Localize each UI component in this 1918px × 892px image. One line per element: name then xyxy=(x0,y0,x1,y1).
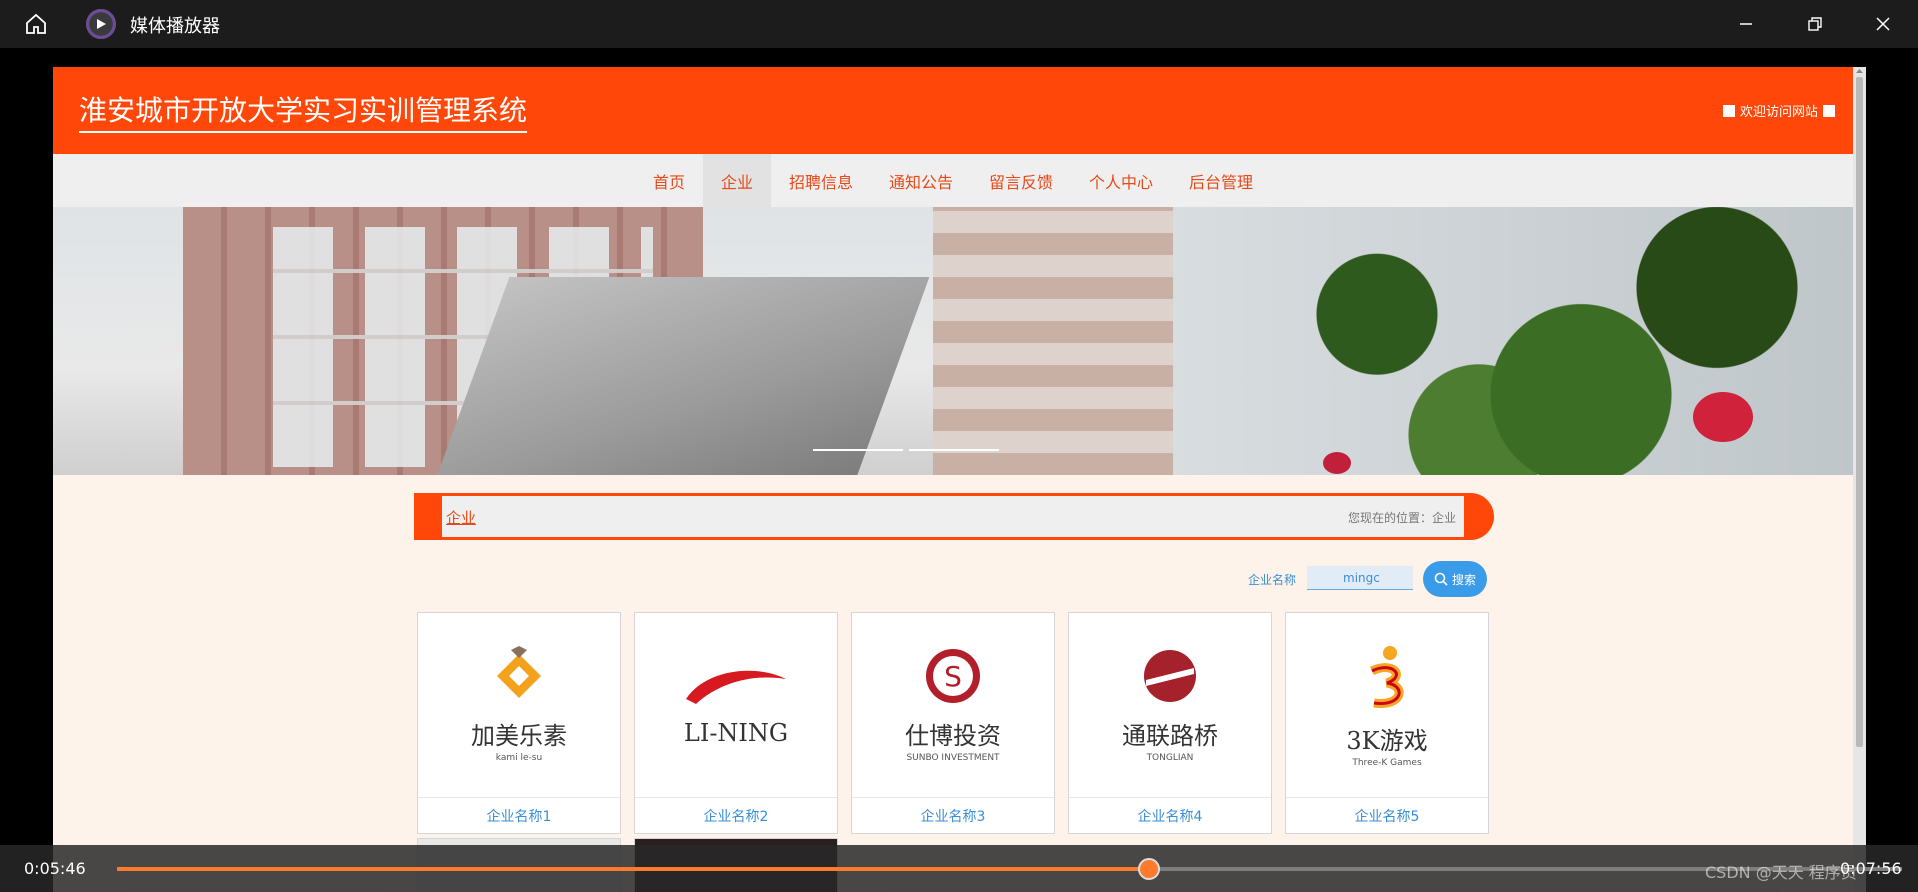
player-title: 媒体播放器 xyxy=(130,16,220,37)
nav-item[interactable]: 个人中心 xyxy=(1071,154,1171,207)
nav-item[interactable]: 首页 xyxy=(635,154,703,207)
search-icon xyxy=(1434,572,1448,586)
web-page: 淮安城市开放大学实习实训管理系统 欢迎访问网站 首页 企业 招聘信息 通知公告 留言反馈… xyxy=(53,67,1853,892)
nav-item[interactable]: 留言反馈 xyxy=(971,154,1071,207)
site-header: 淮安城市开放大学实习实训管理系统 欢迎访问网站 xyxy=(53,67,1853,154)
seek-handle[interactable] xyxy=(1138,858,1160,880)
page-scrollbar[interactable] xyxy=(1853,67,1866,892)
campus-banner-image xyxy=(53,207,1853,475)
close-icon[interactable] xyxy=(1861,8,1905,40)
logo-subtext: kami le-su xyxy=(495,752,543,763)
carousel-dot[interactable] xyxy=(813,449,903,451)
section-title-link[interactable]: 企业 xyxy=(446,507,476,528)
scroll-thumb[interactable] xyxy=(1856,77,1863,747)
company-logo[interactable]: LI-NING xyxy=(647,616,825,792)
nav-item[interactable]: 通知公告 xyxy=(871,154,971,207)
company-name-link[interactable]: 企业名称1 xyxy=(418,797,620,834)
scroll-up-icon xyxy=(1856,69,1863,73)
total-time: 0:07:56 xyxy=(1840,859,1902,878)
logo-text: LI-NING xyxy=(683,719,789,747)
breadcrumb: 您现在的位置：企业 xyxy=(1347,511,1456,525)
logo-text: 仕博投资 xyxy=(905,721,1001,750)
logo-text: 通联路桥 xyxy=(1122,721,1218,750)
company-card[interactable]: 3K游戏 Three-K Games 企业名称5 xyxy=(1285,612,1489,834)
carousel-indicators[interactable] xyxy=(813,449,999,451)
search-label: 企业名称 xyxy=(1248,573,1297,587)
logo-subtext: SUNBO INVESTMENT xyxy=(906,752,1000,763)
company-card[interactable]: LI-NING 企业名称2 xyxy=(634,612,838,834)
search-button-label: 搜索 xyxy=(1451,572,1476,587)
player-titlebar: 媒体播放器 xyxy=(0,0,1918,48)
sunbo-logo-icon: S xyxy=(923,646,983,710)
3k-games-logo-icon xyxy=(1362,641,1412,715)
company-name-link[interactable]: 企业名称4 xyxy=(1069,797,1271,834)
search-row: 企业名称 搜索 xyxy=(1174,561,1534,597)
kamilesu-logo-icon xyxy=(489,645,549,710)
seek-bar[interactable] xyxy=(117,858,1902,880)
company-logo[interactable]: S 仕博投资 SUNBO INVESTMENT xyxy=(864,616,1042,792)
carousel-dot[interactable] xyxy=(909,449,999,451)
logo-subtext: TONGLIAN xyxy=(1146,752,1194,763)
search-button[interactable]: 搜索 xyxy=(1423,561,1487,597)
company-name-input[interactable] xyxy=(1307,566,1413,590)
company-name-link[interactable]: 企业名称5 xyxy=(1286,797,1488,834)
welcome-banner: 欢迎访问网站 xyxy=(1722,101,1835,120)
logo-subtext: Three-K Games xyxy=(1352,757,1422,768)
tonglian-logo-icon xyxy=(1140,646,1200,710)
svg-text:S: S xyxy=(944,660,962,693)
seek-progress xyxy=(117,867,1149,871)
breadcrumb-bar: 企业 您现在的位置：企业 xyxy=(414,493,1494,540)
watermark: CSDN @天天 程序员 xyxy=(1705,863,1857,882)
logo-text: 加美乐素 xyxy=(471,721,567,750)
company-name-link[interactable]: 企业名称3 xyxy=(852,797,1054,834)
media-player-icon xyxy=(86,9,116,39)
lining-logo-icon xyxy=(676,659,796,713)
nav-item[interactable]: 后台管理 xyxy=(1171,154,1271,207)
welcome-text: 欢迎访问网站 xyxy=(1739,105,1818,120)
company-card[interactable]: 加美乐素 kami le-su 企业名称1 xyxy=(417,612,621,834)
logo-text: 3K游戏 xyxy=(1346,726,1428,755)
company-name-link[interactable]: 企业名称2 xyxy=(635,797,837,834)
company-card[interactable]: 通联路桥 TONGLIAN 企业名称4 xyxy=(1068,612,1272,834)
square-icon xyxy=(1722,104,1735,117)
site-title[interactable]: 淮安城市开放大学实习实训管理系统 xyxy=(79,89,528,133)
company-logo[interactable]: 3K游戏 Three-K Games xyxy=(1298,616,1476,792)
home-icon[interactable] xyxy=(20,10,52,38)
nav-item[interactable]: 企业 xyxy=(702,154,771,207)
company-logo[interactable]: 加美乐素 kami le-su xyxy=(430,616,608,792)
minimize-icon[interactable] xyxy=(1724,8,1768,40)
current-time: 0:05:46 xyxy=(24,859,86,878)
nav-item[interactable]: 招聘信息 xyxy=(771,154,871,207)
player-controls: 0:05:46 CSDN @天天 程序员 0:07:56 xyxy=(0,845,1918,892)
restore-icon[interactable] xyxy=(1793,8,1837,40)
main-nav: 首页 企业 招聘信息 通知公告 留言反馈 个人中心 后台管理 xyxy=(53,154,1853,207)
square-icon xyxy=(1823,104,1835,117)
company-logo[interactable]: 通联路桥 TONGLIAN xyxy=(1081,616,1259,792)
company-card[interactable]: S 仕博投资 SUNBO INVESTMENT 企业名称3 xyxy=(851,612,1055,834)
